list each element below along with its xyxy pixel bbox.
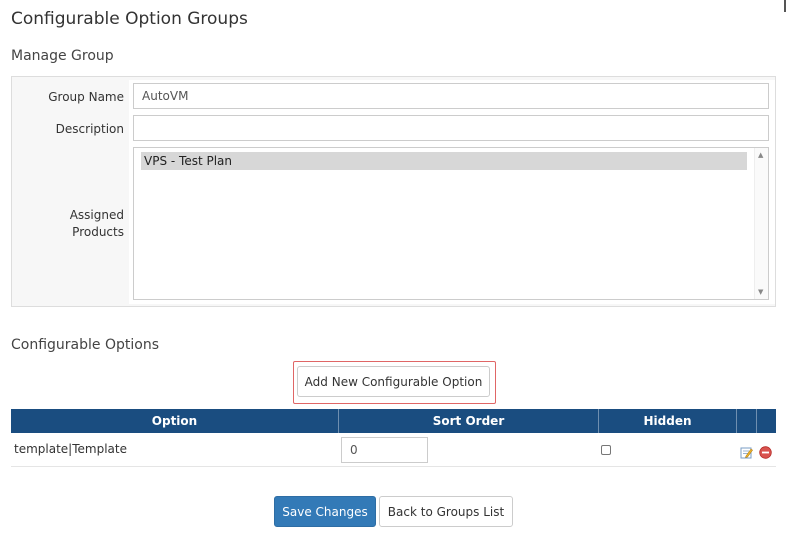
column-divider — [736, 409, 737, 433]
table-row-divider — [11, 466, 776, 467]
configurable-options-heading: Configurable Options — [11, 337, 159, 353]
assigned-products-label-line1: Assigned — [69, 208, 124, 222]
add-new-configurable-option-button[interactable]: Add New Configurable Option — [297, 366, 490, 397]
manage-group-form: Group Name Description Assigned Products… — [11, 76, 776, 307]
scroll-up-arrow-icon[interactable]: ▲ — [758, 151, 763, 159]
edit-icon[interactable] — [740, 444, 753, 459]
description-label: Description — [55, 122, 124, 136]
column-header-option[interactable]: Option — [11, 409, 338, 433]
assigned-products-listbox[interactable]: VPS - Test Plan ▲ ▼ — [133, 147, 769, 300]
column-header-sort-order[interactable]: Sort Order — [339, 409, 598, 433]
description-input[interactable] — [133, 115, 769, 141]
sort-order-input[interactable] — [341, 437, 428, 463]
assigned-products-label: Assigned Products — [12, 207, 124, 241]
back-to-groups-list-button[interactable]: Back to Groups List — [379, 496, 513, 527]
group-name-label: Group Name — [48, 90, 124, 104]
listbox-scrollbar[interactable]: ▲ ▼ — [754, 148, 768, 299]
delete-icon[interactable] — [759, 444, 772, 459]
save-changes-button[interactable]: Save Changes — [274, 496, 376, 527]
assigned-products-label-line2: Products — [72, 225, 124, 239]
column-divider — [756, 409, 757, 433]
assigned-product-option[interactable]: VPS - Test Plan — [141, 152, 747, 170]
page-title: Configurable Option Groups — [11, 9, 248, 29]
manage-group-heading: Manage Group — [11, 48, 114, 64]
hidden-checkbox[interactable] — [601, 445, 611, 455]
group-name-input[interactable] — [133, 83, 769, 109]
window-edge-marker — [784, 0, 786, 12]
option-name: template|Template — [14, 442, 127, 456]
scroll-down-arrow-icon[interactable]: ▼ — [758, 288, 763, 296]
column-header-hidden[interactable]: Hidden — [599, 409, 736, 433]
options-table-header: Option Sort Order Hidden — [11, 409, 776, 433]
